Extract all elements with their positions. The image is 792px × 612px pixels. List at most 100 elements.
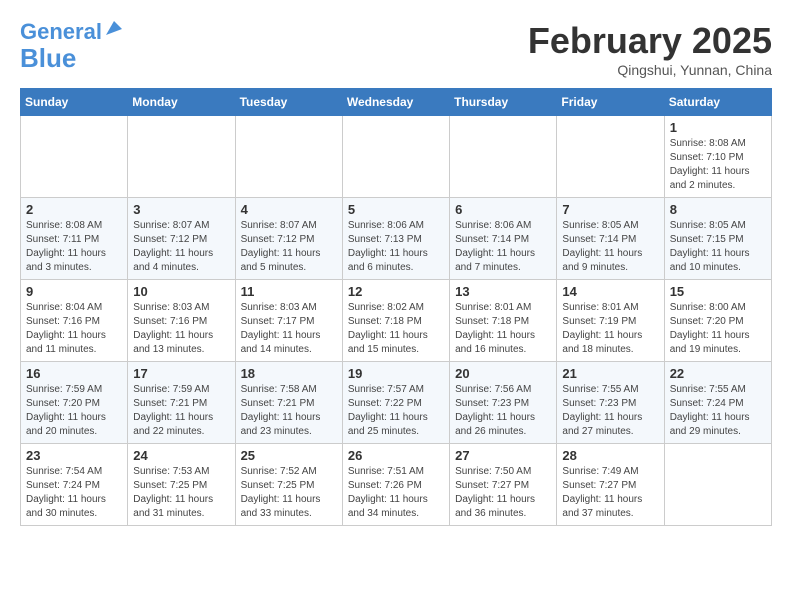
- table-row: 24 Sunrise: 7:53 AM Sunset: 7:25 PM Dayli…: [128, 444, 235, 526]
- table-row: 13 Sunrise: 8:01 AM Sunset: 7:18 PM Dayli…: [450, 280, 557, 362]
- day-number: 18: [241, 366, 337, 381]
- table-row: 4Sunrise: 8:07 AM Sunset: 7:12 PM Daylig…: [235, 198, 342, 280]
- day-info: Sunrise: 7:51 AM Sunset: 7:26 PM Dayligh…: [348, 465, 444, 521]
- day-info: Sunrise: 7:49 AM Sunset: 7:27 PM Dayligh…: [562, 465, 658, 521]
- col-friday: Friday: [557, 89, 664, 116]
- day-number: 16: [26, 366, 122, 381]
- table-row: 21 Sunrise: 7:55 AM Sunset: 7:23 PM Dayli…: [557, 362, 664, 444]
- day-number: 8: [670, 202, 766, 217]
- day-info: Sunrise: 8:08 AM Sunset: 7:10 PM Dayligh…: [670, 137, 766, 193]
- table-row: 22 Sunrise: 7:55 AM Sunset: 7:24 PM Dayli…: [664, 362, 771, 444]
- col-saturday: Saturday: [664, 89, 771, 116]
- day-info: Sunrise: 8:01 AM Sunset: 7:18 PM Dayligh…: [455, 301, 551, 357]
- day-info: Sunrise: 7:55 AM Sunset: 7:23 PM Dayligh…: [562, 383, 658, 439]
- calendar-week-row: 9 Sunrise: 8:04 AM Sunset: 7:16 PM Daylig…: [21, 280, 772, 362]
- day-number: 20: [455, 366, 551, 381]
- table-row: [664, 444, 771, 526]
- table-row: 15 Sunrise: 8:00 AM Sunset: 7:20 PM Dayli…: [664, 280, 771, 362]
- day-number: 5: [348, 202, 444, 217]
- logo: General Blue: [20, 20, 122, 73]
- day-number: 10: [133, 284, 229, 299]
- table-row: 14Sunrise: 8:01 AM Sunset: 7:19 PM Dayli…: [557, 280, 664, 362]
- table-row: 1 Sunrise: 8:08 AM Sunset: 7:10 PM Daylig…: [664, 116, 771, 198]
- day-number: 25: [241, 448, 337, 463]
- day-number: 13: [455, 284, 551, 299]
- table-row: [342, 116, 449, 198]
- day-info: Sunrise: 8:07 AM Sunset: 7:12 PM Dayligh…: [133, 219, 229, 275]
- day-number: 28: [562, 448, 658, 463]
- day-info: Sunrise: 8:05 AM Sunset: 7:14 PM Dayligh…: [562, 219, 658, 275]
- day-info: Sunrise: 8:05 AM Sunset: 7:15 PM Dayligh…: [670, 219, 766, 275]
- day-info: Sunrise: 8:03 AM Sunset: 7:17 PM Dayligh…: [241, 301, 337, 357]
- location-subtitle: Qingshui, Yunnan, China: [528, 62, 772, 78]
- day-number: 19: [348, 366, 444, 381]
- title-block: February 2025 Qingshui, Yunnan, China: [528, 20, 772, 78]
- day-number: 4: [241, 202, 337, 217]
- day-number: 26: [348, 448, 444, 463]
- col-tuesday: Tuesday: [235, 89, 342, 116]
- table-row: 7 Sunrise: 8:05 AM Sunset: 7:14 PM Daylig…: [557, 198, 664, 280]
- table-row: [128, 116, 235, 198]
- day-info: Sunrise: 8:08 AM Sunset: 7:11 PM Dayligh…: [26, 219, 122, 275]
- table-row: 3 Sunrise: 8:07 AM Sunset: 7:12 PM Daylig…: [128, 198, 235, 280]
- day-info: Sunrise: 7:53 AM Sunset: 7:25 PM Dayligh…: [133, 465, 229, 521]
- table-row: 9 Sunrise: 8:04 AM Sunset: 7:16 PM Daylig…: [21, 280, 128, 362]
- day-number: 7: [562, 202, 658, 217]
- table-row: 16 Sunrise: 7:59 AM Sunset: 7:20 PM Dayli…: [21, 362, 128, 444]
- table-row: 17 Sunrise: 7:59 AM Sunset: 7:21 PM Dayli…: [128, 362, 235, 444]
- table-row: 11Sunrise: 8:03 AM Sunset: 7:17 PM Dayli…: [235, 280, 342, 362]
- table-row: [450, 116, 557, 198]
- table-row: 27 Sunrise: 7:50 AM Sunset: 7:27 PM Dayli…: [450, 444, 557, 526]
- calendar-table: Sunday Monday Tuesday Wednesday Thursday…: [20, 88, 772, 526]
- calendar-header-row: Sunday Monday Tuesday Wednesday Thursday…: [21, 89, 772, 116]
- day-info: Sunrise: 7:55 AM Sunset: 7:24 PM Dayligh…: [670, 383, 766, 439]
- day-number: 17: [133, 366, 229, 381]
- day-number: 6: [455, 202, 551, 217]
- table-row: 18 Sunrise: 7:58 AM Sunset: 7:21 PM Dayli…: [235, 362, 342, 444]
- table-row: 2Sunrise: 8:08 AM Sunset: 7:11 PM Daylig…: [21, 198, 128, 280]
- day-number: 21: [562, 366, 658, 381]
- calendar-week-row: 16 Sunrise: 7:59 AM Sunset: 7:20 PM Dayli…: [21, 362, 772, 444]
- col-sunday: Sunday: [21, 89, 128, 116]
- day-info: Sunrise: 7:57 AM Sunset: 7:22 PM Dayligh…: [348, 383, 444, 439]
- table-row: 20 Sunrise: 7:56 AM Sunset: 7:23 PM Dayli…: [450, 362, 557, 444]
- day-number: 3: [133, 202, 229, 217]
- day-number: 9: [26, 284, 122, 299]
- page-header: General Blue February 2025 Qingshui, Yun…: [20, 20, 772, 78]
- table-row: [235, 116, 342, 198]
- day-info: Sunrise: 7:58 AM Sunset: 7:21 PM Dayligh…: [241, 383, 337, 439]
- day-info: Sunrise: 7:50 AM Sunset: 7:27 PM Dayligh…: [455, 465, 551, 521]
- day-number: 22: [670, 366, 766, 381]
- table-row: 23 Sunrise: 7:54 AM Sunset: 7:24 PM Dayli…: [21, 444, 128, 526]
- calendar-week-row: 23 Sunrise: 7:54 AM Sunset: 7:24 PM Dayli…: [21, 444, 772, 526]
- logo-text-blue: Blue: [20, 44, 76, 73]
- table-row: 26 Sunrise: 7:51 AM Sunset: 7:26 PM Dayli…: [342, 444, 449, 526]
- day-info: Sunrise: 7:59 AM Sunset: 7:20 PM Dayligh…: [26, 383, 122, 439]
- day-info: Sunrise: 8:04 AM Sunset: 7:16 PM Dayligh…: [26, 301, 122, 357]
- table-row: 25Sunrise: 7:52 AM Sunset: 7:25 PM Dayli…: [235, 444, 342, 526]
- day-info: Sunrise: 8:02 AM Sunset: 7:18 PM Dayligh…: [348, 301, 444, 357]
- day-info: Sunrise: 8:01 AM Sunset: 7:19 PM Dayligh…: [562, 301, 658, 357]
- calendar-week-row: 1 Sunrise: 8:08 AM Sunset: 7:10 PM Daylig…: [21, 116, 772, 198]
- day-number: 27: [455, 448, 551, 463]
- col-thursday: Thursday: [450, 89, 557, 116]
- table-row: 5Sunrise: 8:06 AM Sunset: 7:13 PM Daylig…: [342, 198, 449, 280]
- col-wednesday: Wednesday: [342, 89, 449, 116]
- table-row: [557, 116, 664, 198]
- calendar-week-row: 2Sunrise: 8:08 AM Sunset: 7:11 PM Daylig…: [21, 198, 772, 280]
- table-row: 28 Sunrise: 7:49 AM Sunset: 7:27 PM Dayli…: [557, 444, 664, 526]
- day-info: Sunrise: 7:54 AM Sunset: 7:24 PM Dayligh…: [26, 465, 122, 521]
- day-number: 24: [133, 448, 229, 463]
- day-number: 1: [670, 120, 766, 135]
- day-number: 23: [26, 448, 122, 463]
- table-row: 8 Sunrise: 8:05 AM Sunset: 7:15 PM Daylig…: [664, 198, 771, 280]
- day-info: Sunrise: 8:06 AM Sunset: 7:14 PM Dayligh…: [455, 219, 551, 275]
- table-row: 6 Sunrise: 8:06 AM Sunset: 7:14 PM Daylig…: [450, 198, 557, 280]
- day-info: Sunrise: 7:56 AM Sunset: 7:23 PM Dayligh…: [455, 383, 551, 439]
- table-row: 12Sunrise: 8:02 AM Sunset: 7:18 PM Dayli…: [342, 280, 449, 362]
- day-info: Sunrise: 8:00 AM Sunset: 7:20 PM Dayligh…: [670, 301, 766, 357]
- month-title: February 2025: [528, 20, 772, 62]
- day-number: 15: [670, 284, 766, 299]
- day-info: Sunrise: 7:59 AM Sunset: 7:21 PM Dayligh…: [133, 383, 229, 439]
- logo-bird-icon: [104, 19, 122, 37]
